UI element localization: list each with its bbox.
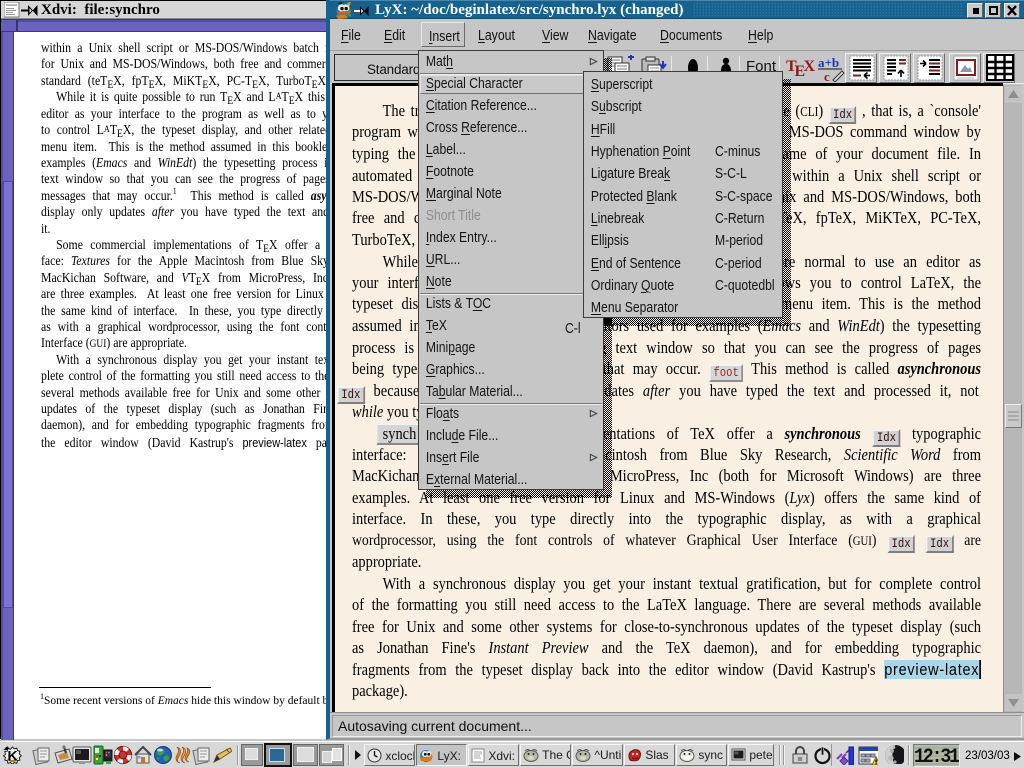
svg-text:a+b: a+b bbox=[818, 55, 839, 70]
svg-text:K: K bbox=[8, 747, 19, 763]
svg-text:X: X bbox=[804, 58, 816, 75]
svg-text:c: c bbox=[824, 69, 830, 82]
